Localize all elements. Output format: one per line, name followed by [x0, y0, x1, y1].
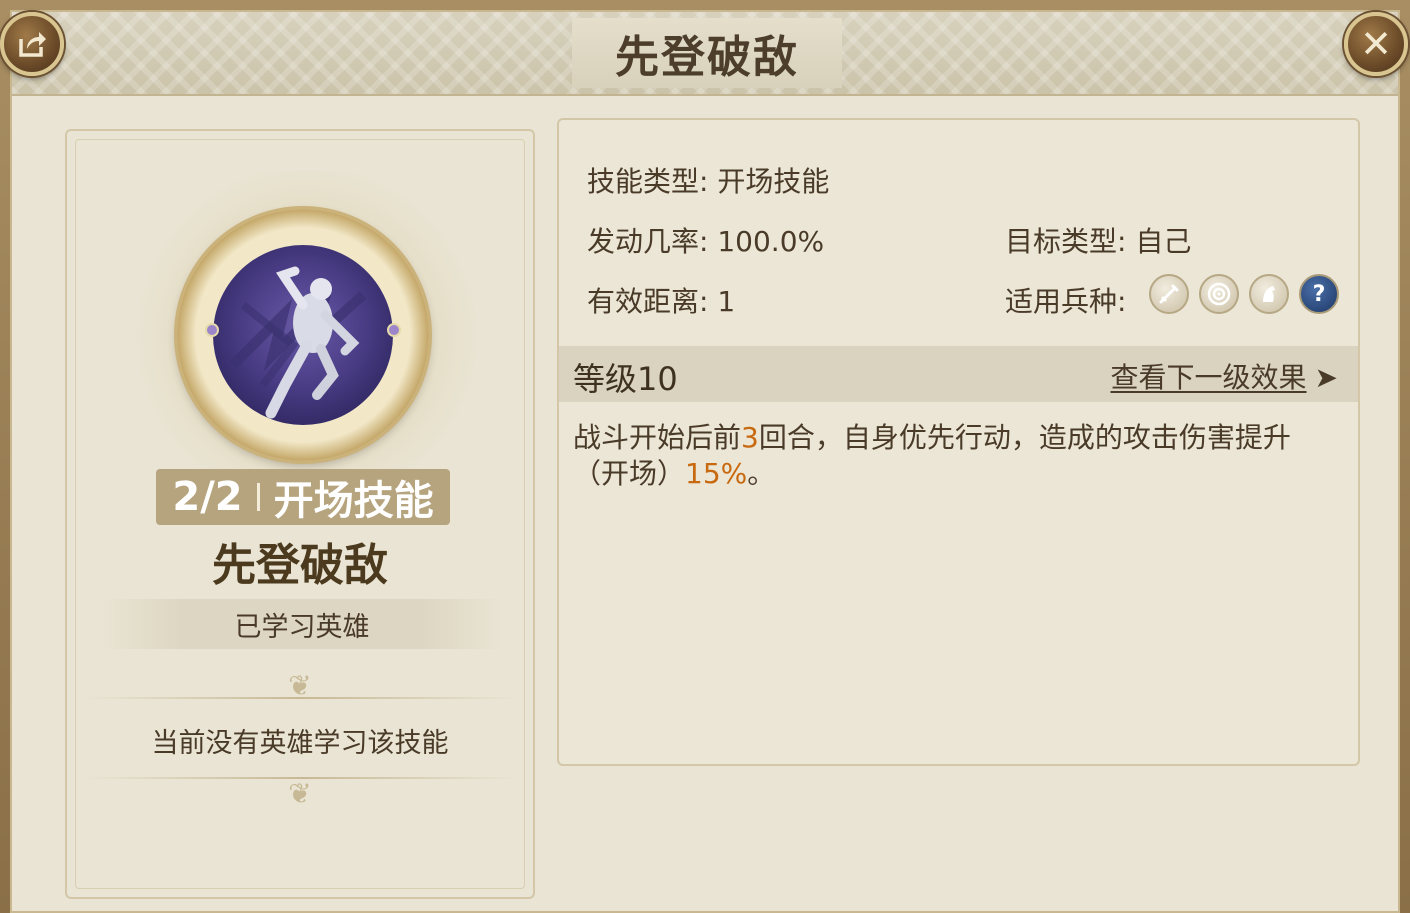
range-row: 有效距离: 1	[587, 280, 735, 320]
skill-card: 2/2 开场技能 先登破敌 已学习英雄 ❦ 当前没有英雄学习该技能 ❦	[65, 129, 535, 899]
desc-percent: 15%	[685, 457, 748, 490]
count-separator	[256, 483, 260, 511]
title-plate: 先登破敌	[572, 18, 842, 88]
skill-type-label: 技能类型:	[587, 165, 709, 198]
trigger-rate-value: 100.0%	[717, 225, 825, 258]
unit-type-icons: ?	[1149, 274, 1339, 314]
no-heroes-note: 当前没有英雄学习该技能	[151, 728, 449, 759]
divider-top	[87, 697, 517, 699]
sword-icon[interactable]	[1149, 274, 1189, 314]
target-type-row: 目标类型: 自己	[1005, 220, 1191, 260]
skill-detail-panel: 先登破敌 2/2 开场技能 先登破敌 已学习英雄 ❦ 当前没有英雄学习该技能 ❦…	[10, 10, 1400, 913]
bow-target-icon[interactable]	[1199, 274, 1239, 314]
skill-icon	[213, 245, 393, 425]
leaping-warrior-icon	[229, 266, 367, 419]
next-level-link[interactable]: 查看下一级效果 ➤	[1111, 356, 1338, 396]
unit-types-row: 适用兵种:	[1005, 280, 1126, 320]
arrow-right-icon: ➤	[1314, 361, 1338, 394]
learned-heroes-label: 已学习英雄	[234, 611, 370, 643]
next-level-link-text: 查看下一级效果	[1110, 361, 1307, 394]
desc-part-1: 战斗开始后前	[573, 421, 742, 454]
learned-heroes-header: 已学习英雄	[103, 599, 501, 649]
horse-icon[interactable]	[1249, 274, 1289, 314]
range-label: 有效距离:	[587, 285, 709, 318]
level-bar: 等级10 查看下一级效果 ➤	[559, 346, 1358, 402]
trigger-rate-row: 发动几率: 100.0%	[587, 220, 824, 260]
close-icon: ✕	[1360, 22, 1392, 66]
target-type-label: 目标类型:	[1005, 225, 1127, 258]
help-icon[interactable]: ?	[1299, 274, 1339, 314]
skill-type-tag: 开场技能	[273, 478, 434, 524]
skill-type-row: 技能类型: 开场技能	[587, 160, 829, 200]
desc-part-3: 。	[747, 457, 776, 490]
skill-count: 2/2	[172, 474, 243, 520]
skill-count-badge: 2/2 开场技能	[156, 469, 450, 525]
title-bar: 先登破敌	[12, 12, 1398, 96]
unit-types-label: 适用兵种:	[1005, 285, 1127, 318]
skill-icon-frame[interactable]	[177, 209, 429, 461]
window-title: 先登破敌	[615, 32, 799, 83]
skill-level: 等级10	[573, 360, 678, 398]
skill-description: 战斗开始后前3回合，自身优先行动，造成的攻击伤害提升（开场）15%。	[573, 420, 1333, 492]
skill-info-box: 技能类型: 开场技能 发动几率: 100.0% 目标类型: 自己 有效距离: 1…	[557, 118, 1360, 766]
close-button[interactable]: ✕	[1344, 12, 1408, 76]
help-symbol: ?	[1312, 281, 1326, 307]
skill-name: 先登破敌	[212, 540, 388, 591]
orb-left-gem	[205, 323, 219, 337]
orb-right-gem	[387, 323, 401, 337]
trigger-rate-label: 发动几率:	[587, 225, 709, 258]
share-button[interactable]	[0, 12, 64, 76]
share-icon	[19, 32, 46, 57]
desc-rounds: 3	[741, 421, 759, 454]
ornament-bottom-icon: ❦	[288, 777, 312, 810]
target-type-value: 自己	[1135, 225, 1192, 258]
range-value: 1	[717, 285, 736, 318]
skill-type-value: 开场技能	[717, 165, 830, 198]
window-frame: 先登破敌 2/2 开场技能 先登破敌 已学习英雄 ❦ 当前没有英雄学习该技能 ❦…	[0, 0, 1410, 913]
